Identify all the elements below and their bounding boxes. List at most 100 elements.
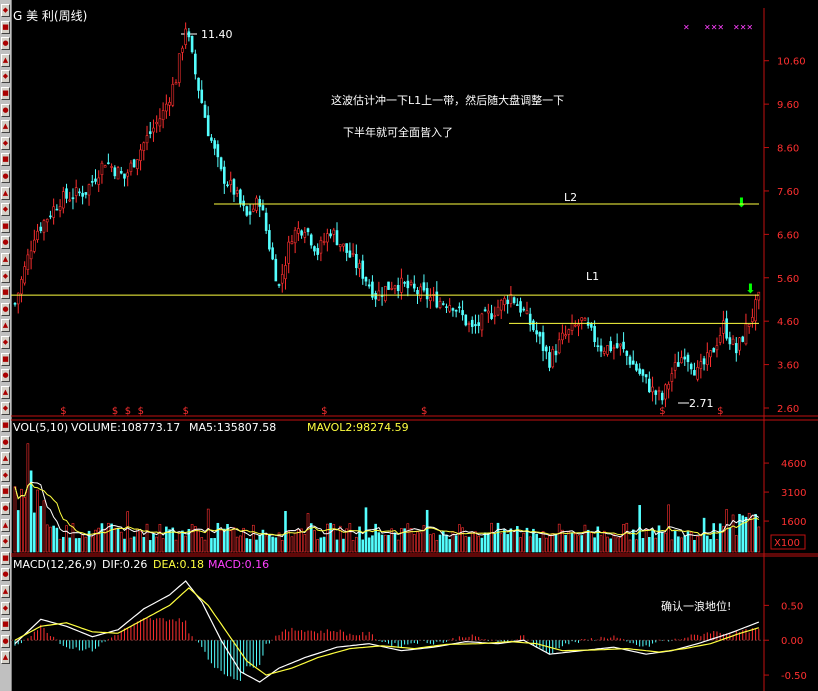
toolbar-tool-icon[interactable]: ●: [1, 369, 10, 383]
candle-body: [648, 378, 651, 393]
volume-bar: [74, 538, 78, 553]
volume-bar: [13, 486, 17, 553]
toolbar-tool-icon[interactable]: ▲: [1, 186, 10, 200]
dividend-marker-icon[interactable]: $: [421, 406, 427, 417]
dividend-marker-icon[interactable]: $: [717, 406, 723, 417]
volume-bar: [110, 523, 113, 553]
toolbar-tool-icon[interactable]: ■: [1, 618, 10, 632]
candle-body: [419, 286, 423, 299]
candle-body: [667, 383, 670, 390]
macd-tick-label: -0.50: [781, 671, 807, 682]
candle-body: [406, 280, 410, 289]
toolbar-tool-icon[interactable]: ●: [1, 302, 10, 316]
volume-bar: [16, 510, 20, 553]
toolbar-tool-icon[interactable]: ▲: [1, 53, 10, 67]
chart-area[interactable]: G 美 利(周线) ✕ ✕✕✕ ✕✕✕ 这波估计冲一下L1上一带，然后随大盘调整…: [11, 8, 818, 691]
volume-bar: [371, 535, 374, 553]
volume-bars: [13, 443, 761, 553]
candle-body: [306, 228, 310, 233]
toolbar-tool-icon[interactable]: ◆: [1, 4, 10, 17]
dividend-marker-icon[interactable]: $: [138, 406, 144, 417]
toolbar-tool-icon[interactable]: ■: [1, 20, 10, 34]
volume-bar: [709, 539, 712, 553]
toolbar-tool-icon[interactable]: ●: [1, 170, 10, 183]
dividend-marker-icon[interactable]: $: [659, 406, 665, 417]
toolbar-tool-icon[interactable]: ▲: [1, 319, 10, 333]
volume-bar: [480, 537, 484, 553]
dividend-marker-icon[interactable]: $: [183, 406, 189, 417]
candle-body: [651, 386, 654, 393]
candle-body: [689, 363, 693, 370]
toolbar-tool-icon[interactable]: ●: [1, 236, 10, 250]
volume-bar: [487, 533, 490, 553]
candle-body: [612, 347, 616, 350]
dividend-marker-icon[interactable]: $: [125, 406, 131, 417]
volume-unit: X100: [774, 538, 800, 549]
candle-body: [738, 337, 741, 351]
candle-body: [23, 266, 26, 284]
dividend-markers: $ $ $ $ $ $ $ $ $: [60, 406, 723, 417]
toolbar-tool-icon[interactable]: ●: [1, 568, 10, 582]
candle-body: [728, 337, 732, 345]
candle-body: [165, 103, 168, 112]
candle-body: [94, 178, 97, 182]
toolbar-tool-icon[interactable]: ●: [1, 634, 10, 648]
toolbar-tool-icon[interactable]: ■: [1, 352, 10, 366]
volume-bar: [683, 535, 687, 553]
volume-bar: [577, 535, 580, 553]
toolbar-tool-icon[interactable]: ◆: [1, 402, 10, 416]
volume-bar: [586, 529, 590, 553]
dividend-marker-icon[interactable]: $: [112, 406, 118, 417]
toolbar-tool-icon[interactable]: ■: [1, 87, 10, 100]
toolbar-tool-icon[interactable]: ●: [1, 37, 10, 51]
candle-body: [567, 329, 571, 335]
toolbar-tool-icon[interactable]: ■: [1, 485, 10, 499]
toolbar-tool-icon[interactable]: ▲: [1, 585, 10, 598]
volume-bar: [319, 537, 323, 553]
volume-bar: [564, 534, 567, 553]
candle-body: [161, 110, 165, 121]
candle-body: [622, 341, 625, 350]
volume-bar: [268, 534, 271, 553]
toolbar-tool-icon[interactable]: ◆: [1, 203, 10, 217]
vol-params: VOL(5,10): [13, 421, 68, 434]
volume-bar: [190, 524, 194, 553]
dividend-marker-icon[interactable]: $: [60, 406, 66, 417]
toolbar-tool-icon[interactable]: ◆: [1, 535, 10, 549]
candle-body: [103, 165, 107, 168]
toolbar-tool-icon[interactable]: ◆: [1, 70, 10, 84]
dividend-marker-icon[interactable]: $: [321, 406, 327, 417]
toolbar-tool-icon[interactable]: ▲: [1, 120, 10, 134]
toolbar-tool-icon[interactable]: ■: [1, 286, 10, 300]
toolbar-tool-icon[interactable]: ●: [1, 502, 10, 515]
volume-bar: [757, 526, 761, 553]
toolbar-tool-icon[interactable]: ▲: [1, 452, 10, 466]
toolbar-tool-icon[interactable]: ■: [1, 219, 10, 233]
volume-bar: [116, 527, 120, 553]
toolbar-tool-icon[interactable]: ▲: [1, 651, 10, 665]
candle-body: [26, 254, 30, 270]
toolbar-tool-icon[interactable]: ◆: [1, 136, 10, 150]
candle-body: [606, 345, 609, 355]
volume-bar: [49, 526, 52, 553]
toolbar-tool-icon[interactable]: ●: [1, 435, 10, 449]
candle-body: [148, 131, 152, 135]
toolbar-tool-icon[interactable]: ◆: [1, 468, 10, 482]
volume-bar: [351, 540, 355, 553]
toolbar-tool-icon[interactable]: ●: [1, 103, 10, 117]
toolbar-tool-icon[interactable]: ■: [1, 551, 10, 565]
toolbar-tool-icon[interactable]: ■: [1, 153, 10, 167]
volume-bar: [454, 535, 458, 553]
volume-bar: [548, 535, 551, 553]
volume-bar: [390, 528, 394, 553]
toolbar-tool-icon[interactable]: ◆: [1, 601, 10, 615]
toolbar-tool-icon[interactable]: ■: [1, 419, 10, 432]
toolbar-tool-icon[interactable]: ▲: [1, 518, 10, 532]
candle-body: [251, 208, 255, 212]
candle-body: [393, 285, 397, 289]
toolbar-tool-icon[interactable]: ◆: [1, 336, 10, 349]
toolbar-tool-icon[interactable]: ▲: [1, 385, 10, 399]
toolbar-tool-icon[interactable]: ▲: [1, 253, 10, 266]
marker-icon: ✕✕✕: [704, 23, 724, 32]
toolbar-tool-icon[interactable]: ◆: [1, 269, 10, 283]
